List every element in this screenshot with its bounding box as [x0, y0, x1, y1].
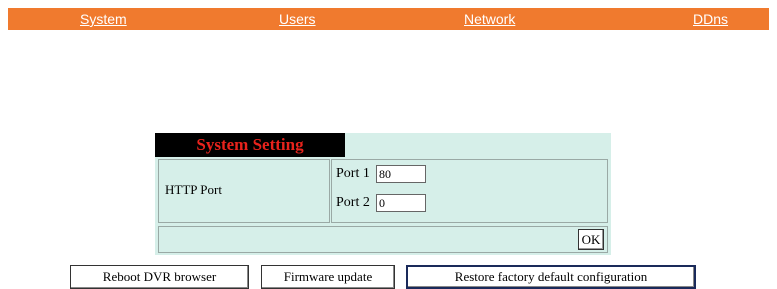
reboot-dvr-button[interactable]: Reboot DVR browser — [70, 265, 249, 289]
port1-label: Port 1 — [336, 166, 370, 181]
http-port-label: HTTP Port — [165, 182, 222, 197]
ok-button[interactable]: OK — [578, 229, 604, 250]
nav-link-ddns[interactable]: DDns — [693, 11, 728, 27]
nav-link-network[interactable]: Network — [464, 11, 515, 27]
port2-input[interactable] — [376, 194, 426, 212]
port2-row: Port 2 — [336, 194, 426, 212]
top-nav-bar: System Users Network DDns — [8, 8, 769, 30]
nav-link-system[interactable]: System — [80, 11, 127, 27]
ports-cell: Port 1 Port 2 — [331, 159, 608, 223]
port1-input[interactable] — [376, 165, 426, 183]
panel-title: System Setting — [155, 133, 345, 157]
firmware-update-button[interactable]: Firmware update — [261, 265, 395, 289]
restore-defaults-button[interactable]: Restore factory default configuration — [406, 265, 696, 289]
http-port-label-cell: HTTP Port — [158, 159, 330, 223]
port2-label: Port 2 — [336, 195, 370, 210]
port1-row: Port 1 — [336, 165, 426, 183]
nav-link-users[interactable]: Users — [279, 11, 316, 27]
action-cell: OK — [158, 226, 608, 253]
system-setting-panel: System Setting HTTP Port Port 1 Port 2 O… — [155, 133, 611, 255]
